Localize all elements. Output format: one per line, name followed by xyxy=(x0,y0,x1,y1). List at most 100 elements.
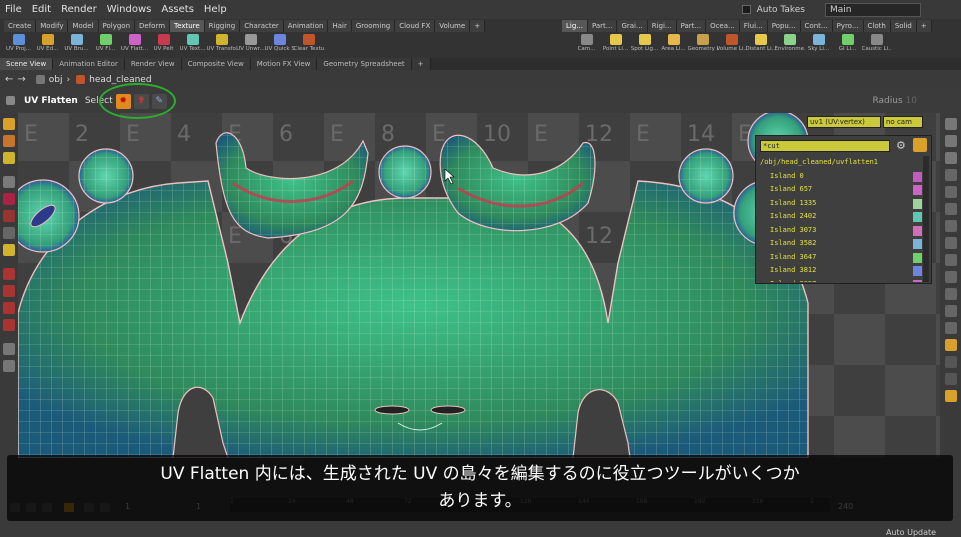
island-row-0[interactable]: Island 0 xyxy=(760,170,922,184)
background-icon[interactable] xyxy=(944,373,957,385)
magnet-a-icon[interactable] xyxy=(3,268,15,280)
shelf-tool-8[interactable]: UV Unwr... xyxy=(236,33,265,57)
right-shelf-tab-5[interactable]: Ocea... xyxy=(706,20,740,32)
light-tool-4[interactable]: Geometry L... xyxy=(688,33,718,57)
view-tool-icon[interactable] xyxy=(3,343,15,355)
shelf-tab-4[interactable]: Deform xyxy=(135,20,171,32)
island-color-swatch[interactable] xyxy=(913,266,922,276)
shelf-tab-6[interactable]: Rigging xyxy=(204,20,241,32)
wireframe-icon[interactable] xyxy=(944,152,957,164)
light-tool-5[interactable]: Volume Li... xyxy=(717,33,747,57)
shelf-tab-8[interactable]: Animation xyxy=(283,20,329,32)
island-row-4[interactable]: Island 3073 xyxy=(760,224,922,238)
uv-display-icon[interactable] xyxy=(944,339,957,351)
uv-island-circle-1[interactable] xyxy=(78,148,134,204)
light-tool-7[interactable]: Environme... xyxy=(775,33,805,57)
light-tool-3[interactable]: Area Li... xyxy=(659,33,688,57)
right-shelf-tab-7[interactable]: Popu... xyxy=(767,20,801,32)
uv-island-circle-2[interactable] xyxy=(378,145,432,199)
render-region-icon[interactable] xyxy=(944,390,957,402)
light-tool-6[interactable]: Distant Li... xyxy=(746,33,776,57)
right-shelf-tab-0[interactable]: Lig... xyxy=(562,20,588,32)
shelf-tab-5[interactable]: Texture xyxy=(170,20,205,32)
magnet-c-icon[interactable] xyxy=(3,302,15,314)
pane-tab-2[interactable]: Render View xyxy=(124,58,182,70)
select-tool-icon[interactable] xyxy=(3,118,15,130)
camera-dropdown[interactable]: no cam xyxy=(883,116,923,128)
shelf-tool-0[interactable]: UV Proj... xyxy=(4,33,33,57)
island-color-swatch[interactable] xyxy=(913,225,922,236)
light-tool-0[interactable]: Cam... xyxy=(572,33,601,57)
right-shelf-tab-10[interactable]: Cloth xyxy=(863,20,891,32)
camera-icon[interactable] xyxy=(944,288,957,300)
island-row-5[interactable]: Island 3582 xyxy=(760,237,922,251)
shelf-tab-1[interactable]: Modify xyxy=(36,20,69,32)
island-color-swatch[interactable] xyxy=(913,239,922,249)
shelf-tab-7[interactable]: Character xyxy=(240,20,284,32)
right-shelf-tab-1[interactable]: Part... xyxy=(587,20,618,32)
right-shelf-tab-3[interactable]: Rigi... xyxy=(647,20,677,32)
rotate-tool-icon[interactable] xyxy=(3,152,15,164)
shelf-tool-9[interactable]: UV Quick S... xyxy=(265,33,295,57)
auto-takes-checkbox[interactable] xyxy=(741,5,751,14)
uv-island-circle-3[interactable] xyxy=(678,148,734,204)
scale-tool-icon[interactable] xyxy=(3,193,15,205)
auto-update-dropdown[interactable]: Auto Update xyxy=(886,528,936,537)
filter-gear-icon[interactable]: ⚙ xyxy=(896,139,906,152)
menu-assets[interactable]: Assets xyxy=(156,4,199,15)
uv-tool-icon[interactable] xyxy=(3,244,15,256)
uv-island-face[interactable] xyxy=(18,180,809,458)
pane-tab-6[interactable]: + xyxy=(411,58,431,70)
points-icon[interactable] xyxy=(944,169,957,181)
pane-tab-5[interactable]: Geometry Spreadsheet xyxy=(317,58,412,70)
menu-windows[interactable]: Windows xyxy=(102,4,157,15)
pane-tab-4[interactable]: Motion FX View xyxy=(250,58,318,70)
shelf-tab-10[interactable]: Grooming xyxy=(351,20,396,32)
display-icon[interactable] xyxy=(944,118,957,130)
island-color-swatch[interactable] xyxy=(913,212,922,222)
island-color-swatch[interactable] xyxy=(913,252,922,263)
light-tool-1[interactable]: Point Li... xyxy=(601,33,630,57)
shelf-tab-12[interactable]: Volume xyxy=(435,20,471,32)
island-color-swatch[interactable] xyxy=(913,279,922,282)
measure-icon[interactable] xyxy=(944,271,957,283)
magnet-b-icon[interactable] xyxy=(3,285,15,297)
shelf-tool-10[interactable]: Clear Textu... xyxy=(294,33,324,57)
island-row-1[interactable]: Island 657 xyxy=(760,183,922,197)
pane-tab-1[interactable]: Animation Editor xyxy=(53,58,125,70)
shelf-tab-13[interactable]: + xyxy=(470,20,486,32)
shelf-tab-0[interactable]: Create xyxy=(4,20,37,32)
right-shelf-tab-4[interactable]: Part... xyxy=(676,20,707,32)
menu-render[interactable]: Render xyxy=(56,4,102,15)
light-tool-8[interactable]: Sky Li... xyxy=(804,33,833,57)
path-obj[interactable]: obj xyxy=(49,75,63,85)
right-shelf-tab-8[interactable]: Cont... xyxy=(800,20,833,32)
arrow-tool-icon[interactable] xyxy=(3,176,15,188)
shelf-tool-4[interactable]: UV Flatt... xyxy=(120,33,149,57)
island-color-swatch[interactable] xyxy=(913,185,922,195)
label-icon[interactable] xyxy=(944,356,957,368)
shelf-tab-9[interactable]: Hair xyxy=(328,20,352,32)
right-shelf-tab-6[interactable]: Flui... xyxy=(739,20,768,32)
island-filter-input[interactable]: *cut xyxy=(760,140,890,152)
lock-icon[interactable] xyxy=(944,305,957,317)
layout-icon[interactable] xyxy=(944,322,957,334)
right-shelf-tab-9[interactable]: Pyro... xyxy=(832,20,864,32)
menu-help[interactable]: Help xyxy=(199,4,232,15)
move-tool-icon[interactable] xyxy=(3,135,15,147)
render-tool-icon[interactable] xyxy=(3,360,15,372)
grid-icon[interactable] xyxy=(944,203,957,215)
island-scrollbar[interactable] xyxy=(923,156,929,282)
shelf-tool-3[interactable]: UV Fl... xyxy=(91,33,120,57)
menu-file[interactable]: File xyxy=(0,4,27,15)
overlay-icon[interactable] xyxy=(944,254,957,266)
snap-icon[interactable] xyxy=(944,220,957,232)
uv-attribute-dropdown[interactable]: uv1 (UV:vertex) xyxy=(807,116,881,128)
pose-tool-icon[interactable] xyxy=(3,227,15,239)
forward-arrow-icon[interactable]: → xyxy=(17,74,25,85)
shelf-tool-1[interactable]: UV Ed... xyxy=(33,33,62,57)
right-shelf-tab-12[interactable]: + xyxy=(916,20,932,32)
pane-tab-3[interactable]: Composite View xyxy=(181,58,251,70)
light-tool-10[interactable]: Caustic Li... xyxy=(862,33,892,57)
shelf-tool-6[interactable]: UV Text... xyxy=(178,33,207,57)
